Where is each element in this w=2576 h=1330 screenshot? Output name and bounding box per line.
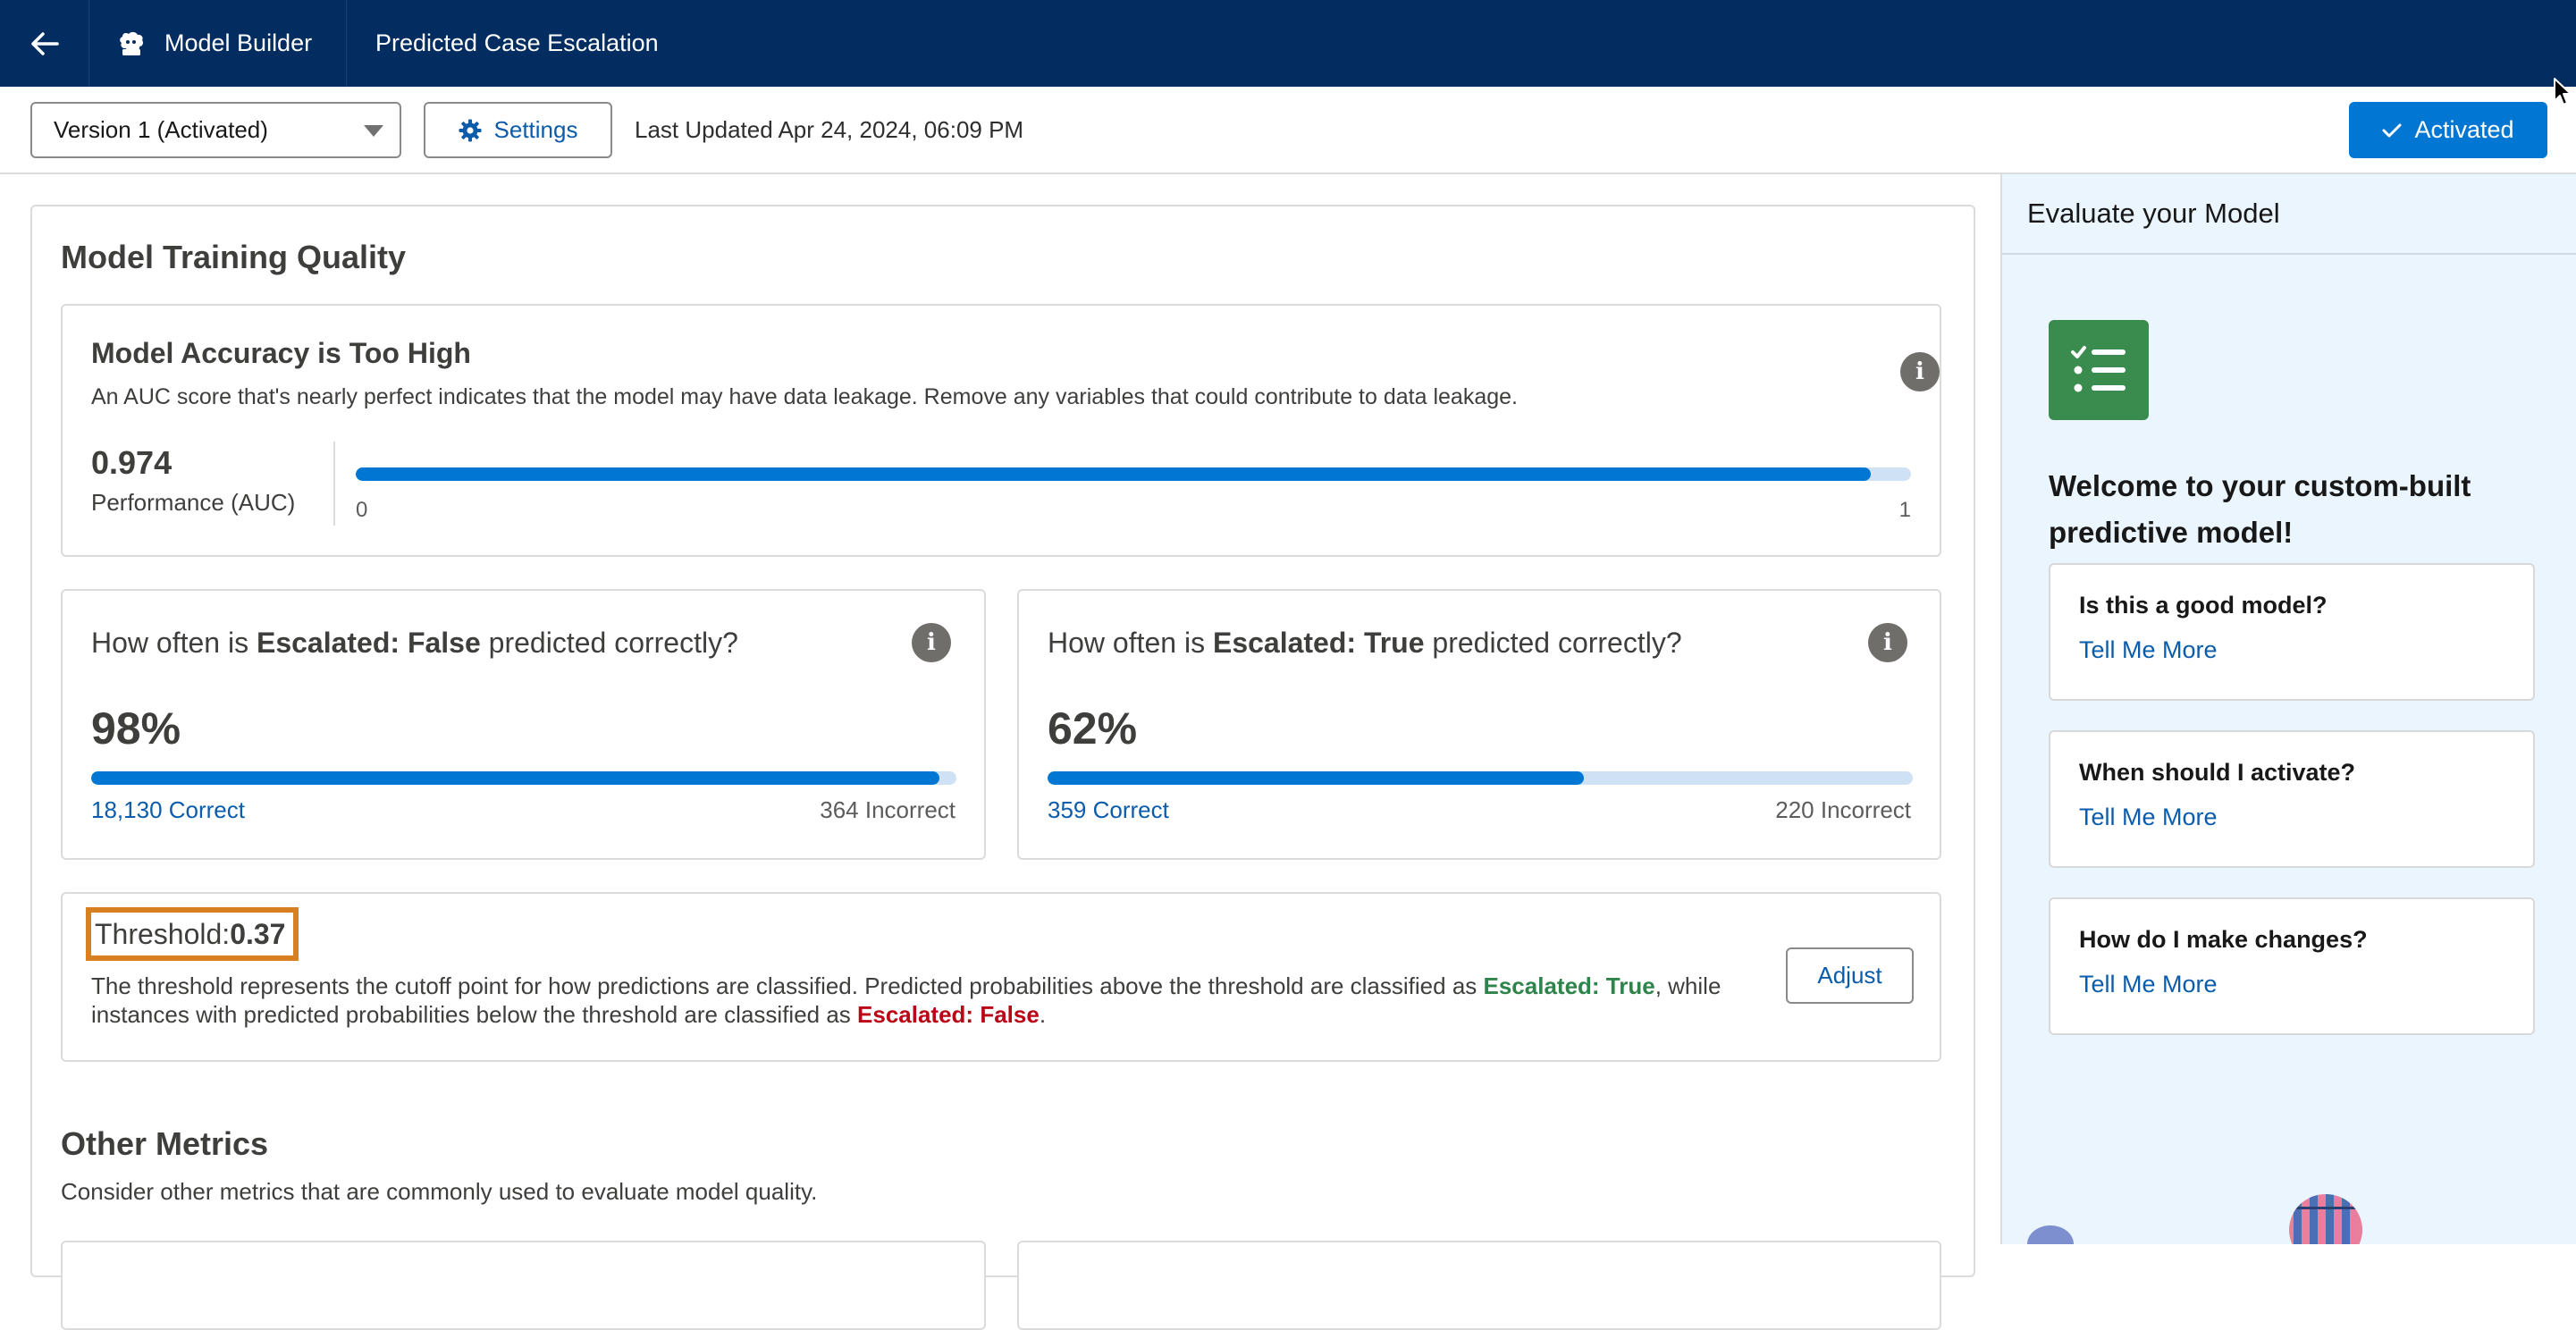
auc-axis-max: 1	[1898, 498, 1911, 522]
tell-me-more-link[interactable]: Tell Me More	[2079, 636, 2218, 664]
metric-card	[1017, 1241, 1941, 1330]
last-updated-text: Last Updated Apr 24, 2024, 06:09 PM	[635, 116, 1024, 143]
divider	[333, 442, 335, 526]
info-icon[interactable]: i	[912, 623, 951, 662]
app-nav[interactable]: Model Builder	[89, 0, 347, 87]
settings-label: Settings	[493, 116, 578, 143]
accuracy-panel: Model Accuracy is Too High An AUC score …	[61, 304, 1941, 557]
activated-button[interactable]: Activated	[2349, 102, 2547, 158]
faq-card: Is this a good model? Tell Me More	[2049, 563, 2535, 701]
checklist-icon	[2049, 320, 2149, 420]
faq-card: How do I make changes? Tell Me More	[2049, 897, 2535, 1035]
escalated-false-progress-fill	[91, 771, 939, 785]
escalated-false-card: How often is Escalated: False predicted …	[61, 589, 986, 860]
faq-question: When should I activate?	[2079, 759, 2356, 786]
escalated-true-percent: 62%	[1048, 703, 1138, 753]
toolbar: Version 1 (Activated) Settings Last Upda…	[0, 87, 2576, 174]
threshold-highlight: Threshold: 0.37	[86, 907, 299, 961]
model-builder-icon	[116, 29, 147, 59]
accuracy-description: An AUC score that's nearly perfect indic…	[91, 384, 1518, 409]
escalated-true-question: How often is Escalated: True predicted c…	[1048, 627, 1682, 659]
info-icon[interactable]: i	[1900, 352, 1940, 391]
auc-label: Performance (AUC)	[91, 489, 296, 516]
escalated-true-progress-bar	[1048, 771, 1913, 785]
info-icon[interactable]: i	[1868, 623, 1907, 662]
escalated-true-progress-fill	[1048, 771, 1585, 785]
escalated-false-question: How often is Escalated: False predicted …	[91, 627, 738, 659]
global-header: Model Builder Predicted Case Escalation	[0, 0, 2576, 87]
section-title: Model Training Quality	[61, 239, 407, 275]
escalated-true-correct-link[interactable]: 359 Correct	[1048, 796, 1169, 824]
metric-card	[61, 1241, 986, 1330]
escalated-false-progress-bar	[91, 771, 956, 785]
activated-label: Activated	[2414, 116, 2514, 143]
settings-button[interactable]: Settings	[424, 102, 612, 158]
auc-axis-min: 0	[356, 498, 368, 522]
other-metrics-title: Other Metrics	[61, 1125, 269, 1162]
gear-icon	[459, 119, 482, 141]
escalated-false-percent: 98%	[91, 703, 181, 753]
auc-value: 0.974	[91, 444, 173, 481]
threshold-value: 0.37	[230, 917, 286, 950]
faq-question: How do I make changes?	[2079, 926, 2368, 953]
chevron-down-icon	[364, 125, 383, 137]
evaluate-model-title: Evaluate your Model	[2002, 174, 2576, 255]
faq-card: When should I activate? Tell Me More	[2049, 730, 2535, 868]
escalated-false-correct-link[interactable]: 18,130 Correct	[91, 796, 245, 824]
escalated-false-incorrect: 364 Incorrect	[820, 796, 955, 823]
adjust-button[interactable]: Adjust	[1786, 947, 1914, 1004]
auc-progress-fill	[356, 467, 1871, 481]
hot-air-balloon-illustration	[2289, 1194, 2362, 1244]
tell-me-more-link[interactable]: Tell Me More	[2079, 971, 2218, 998]
arrow-left-icon	[30, 31, 59, 55]
check-icon	[2382, 123, 2402, 137]
evaluate-model-panel: Evaluate your Model Welcome to your cust…	[2000, 174, 2576, 1244]
auc-progress-bar	[356, 467, 1911, 481]
escalated-true-incorrect: 220 Incorrect	[1775, 796, 1911, 823]
version-select[interactable]: Version 1 (Activated)	[30, 102, 401, 158]
welcome-heading: Welcome to your custom-built predictive …	[2049, 469, 2471, 549]
escalated-true-card: How often is Escalated: True predicted c…	[1017, 589, 1941, 860]
threshold-description: The threshold represents the cutoff poin…	[91, 972, 1722, 1028]
app-name: Model Builder	[164, 29, 313, 56]
tell-me-more-link[interactable]: Tell Me More	[2079, 804, 2218, 831]
page-title: Predicted Case Escalation	[375, 29, 659, 56]
threshold-label: Threshold:	[95, 917, 231, 950]
other-metrics-description: Consider other metrics that are commonly…	[61, 1178, 818, 1205]
version-select-value: Version 1 (Activated)	[54, 116, 268, 143]
balloon-illustration	[2027, 1225, 2074, 1244]
mouse-cursor-icon	[2554, 78, 2572, 105]
model-training-quality-card: Model Training Quality Model Accuracy is…	[30, 205, 1975, 1330]
back-button[interactable]	[0, 0, 89, 87]
faq-question: Is this a good model?	[2079, 592, 2328, 619]
threshold-panel: Threshold: 0.37 The threshold represents…	[61, 892, 1941, 1062]
accuracy-title: Model Accuracy is Too High	[91, 337, 471, 369]
